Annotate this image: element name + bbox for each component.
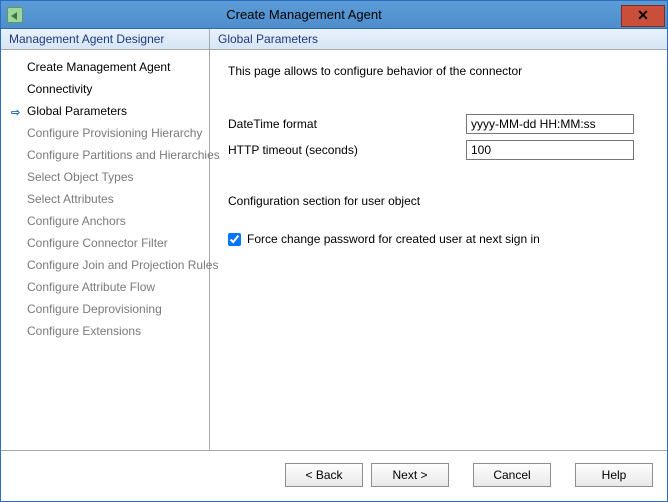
close-icon: ✕ (637, 7, 649, 24)
wizard-step-label: Connectivity (27, 82, 92, 96)
wizard-step[interactable]: Create Management Agent (1, 56, 209, 78)
datetime-format-label: DateTime format (228, 117, 466, 131)
close-button[interactable]: ✕ (621, 5, 665, 27)
wizard-step[interactable]: Configure Provisioning Hierarchy (1, 122, 209, 144)
datetime-format-input[interactable] (466, 114, 634, 134)
wizard-step-label: Select Object Types (27, 170, 134, 184)
wizard-step-label: Create Management Agent (27, 60, 170, 74)
wizard-step-label: Configure Deprovisioning (27, 302, 162, 316)
force-password-checkbox[interactable] (228, 233, 241, 246)
wizard-step-label: Configure Anchors (27, 214, 126, 228)
sidebar-header: Management Agent Designer (1, 29, 209, 50)
wizard-step[interactable]: Configure Partitions and Hierarchies (1, 144, 209, 166)
page-description: This page allows to configure behavior o… (228, 64, 649, 78)
wizard-step-label: Configure Provisioning Hierarchy (27, 126, 202, 140)
http-timeout-input[interactable] (466, 140, 634, 160)
wizard-step[interactable]: Configure Connector Filter (1, 232, 209, 254)
wizard-step[interactable]: Connectivity (1, 78, 209, 100)
user-object-section-label: Configuration section for user object (228, 194, 649, 208)
wizard-step-label: Configure Connector Filter (27, 236, 168, 250)
wizard-step-label: Configure Join and Projection Rules (27, 258, 218, 272)
wizard-step[interactable]: Configure Join and Projection Rules (1, 254, 209, 276)
help-button[interactable]: Help (575, 463, 653, 487)
next-button[interactable]: Next > (371, 463, 449, 487)
wizard-step[interactable]: ⇨ Global Parameters (1, 100, 209, 122)
wizard-step[interactable]: Configure Attribute Flow (1, 276, 209, 298)
cancel-button[interactable]: Cancel (473, 463, 551, 487)
force-password-label[interactable]: Force change password for created user a… (247, 232, 540, 246)
current-step-arrow-icon: ⇨ (11, 104, 21, 114)
wizard-step[interactable]: Configure Anchors (1, 210, 209, 232)
wizard-step[interactable]: Configure Extensions (1, 320, 209, 342)
titlebar: Create Management Agent ✕ (1, 1, 667, 29)
wizard-step[interactable]: Select Attributes (1, 188, 209, 210)
http-timeout-label: HTTP timeout (seconds) (228, 143, 466, 157)
content-pane: Global Parameters This page allows to co… (210, 29, 667, 450)
back-button[interactable]: < Back (285, 463, 363, 487)
wizard-step-label: Global Parameters (27, 104, 127, 118)
wizard-step[interactable]: Select Object Types (1, 166, 209, 188)
wizard-nav: Create Management Agent Connectivity ⇨ Glob… (1, 50, 209, 348)
wizard-sidebar: Management Agent Designer Create Managem… (1, 29, 210, 450)
app-icon (7, 7, 23, 23)
wizard-step-label: Configure Extensions (27, 324, 141, 338)
wizard-step-label: Configure Attribute Flow (27, 280, 155, 294)
wizard-step-label: Configure Partitions and Hierarchies (27, 148, 220, 162)
wizard-step-label: Select Attributes (27, 192, 114, 206)
dialog-window: Create Management Agent ✕ Management Age… (0, 0, 668, 502)
content-header: Global Parameters (210, 29, 667, 50)
wizard-step[interactable]: Configure Deprovisioning (1, 298, 209, 320)
window-title: Create Management Agent (226, 7, 381, 22)
button-bar: < Back Next > Cancel Help (1, 450, 667, 501)
